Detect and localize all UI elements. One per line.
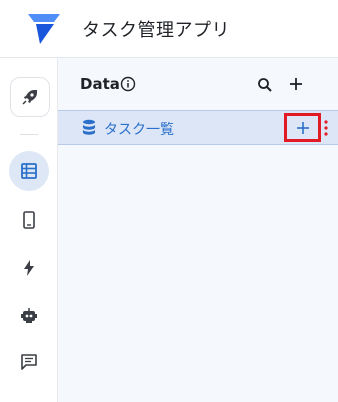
robot-icon [21,308,37,323]
app-title: タスク管理アプリ [82,20,230,41]
table-icon [21,163,37,179]
rail-item-bot[interactable] [9,296,49,336]
rail-divider [20,134,38,135]
table-list-item[interactable]: タスク一覧 [58,110,338,145]
search-icon[interactable] [257,77,273,93]
add-row-button[interactable] [284,113,321,142]
add-table-icon[interactable] [288,76,304,92]
more-options-icon[interactable] [323,119,329,137]
rail-item-chat[interactable] [9,342,49,382]
info-icon[interactable] [120,76,136,92]
rail-item-views[interactable] [9,200,49,240]
phone-icon [23,211,35,229]
bolt-icon [24,260,34,276]
app-logo-icon [28,14,60,44]
rail-item-data[interactable] [9,151,49,191]
rail-item-automation[interactable] [9,248,49,288]
app-header: タスク管理アプリ [0,0,338,58]
left-nav-rail [0,58,58,402]
rocket-icon [22,90,37,105]
plus-icon [296,121,309,134]
database-icon [83,119,95,135]
table-label: タスク一覧 [104,122,174,138]
rail-item-deploy[interactable] [10,77,50,117]
chat-icon [21,354,37,370]
data-panel: Data タスク一覧 [58,58,338,402]
data-panel-title: Data [80,75,120,93]
